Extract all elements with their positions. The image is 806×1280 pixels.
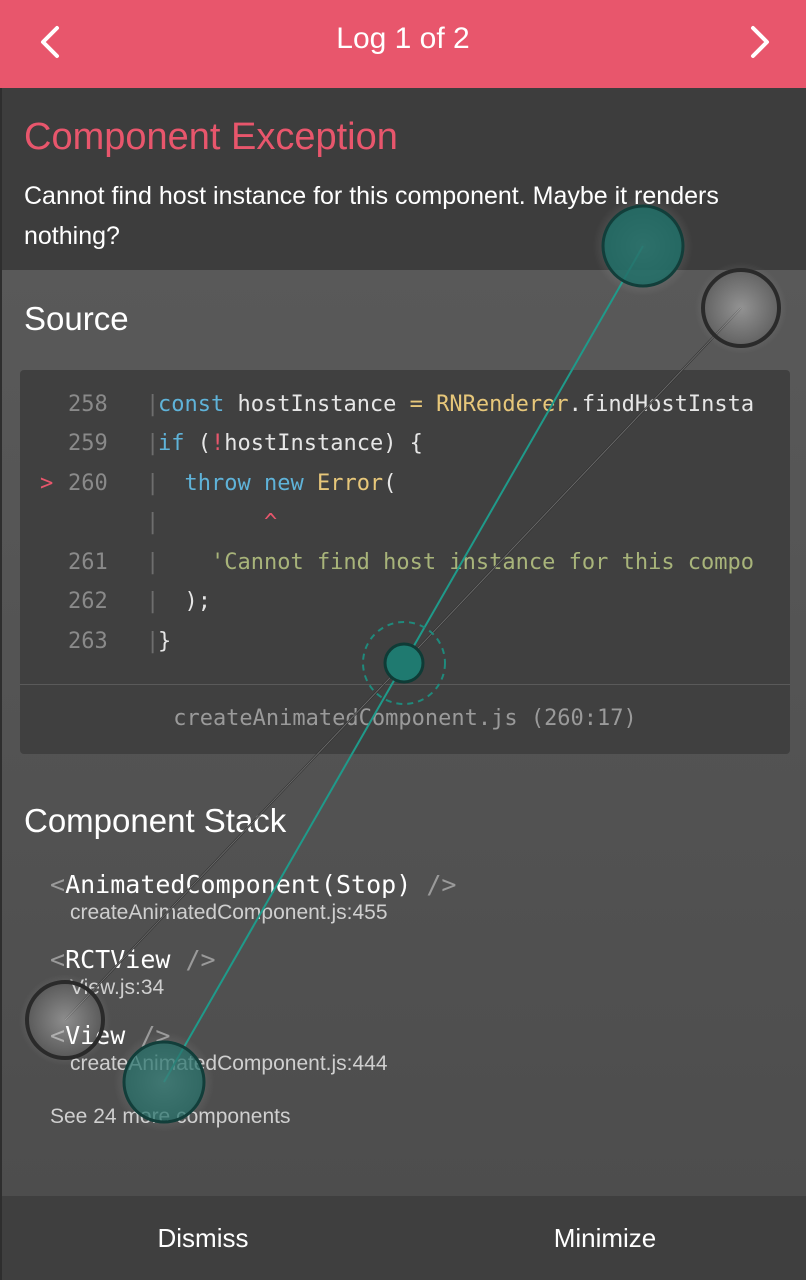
exception-message: Cannot find host instance for this compo…: [24, 182, 719, 250]
code-token: ^: [158, 510, 278, 535]
error-line-marker: >: [40, 471, 54, 496]
code-frame[interactable]: 258 | const hostInstance = RNRenderer.find…: [20, 370, 790, 754]
line-number: 260: [68, 471, 108, 496]
code-line: 263 |}: [20, 629, 790, 665]
stack-frame-location: createAnimatedComponent.js:444: [70, 1052, 388, 1075]
code-token: 'Cannot find host instance for this comp…: [158, 550, 755, 575]
code-token: RNRenderer: [436, 392, 569, 417]
component-stack-heading: Component Stack: [24, 802, 287, 839]
code-line: 262 | );: [20, 589, 790, 625]
code-token: !: [211, 431, 225, 456]
line-number: 258: [68, 392, 108, 417]
code-token: throw: [158, 471, 264, 496]
stack-frame-component: <View />: [50, 1021, 171, 1050]
stack-frame[interactable]: <RCTView /> View.js:34: [50, 945, 216, 1000]
stack-frame-location: createAnimatedComponent.js:455: [70, 901, 388, 924]
code-file-location[interactable]: createAnimatedComponent.js (260:17): [20, 706, 790, 731]
code-text: throw new Error(: [158, 471, 396, 496]
code-text: const hostInstance = RNRenderer.findHost…: [158, 392, 754, 417]
line-number: 263: [68, 629, 108, 654]
code-token: .: [568, 392, 582, 417]
dismiss-button[interactable]: Dismiss: [2, 1196, 404, 1280]
chevron-right-icon: [751, 26, 769, 58]
source-heading: Source: [24, 300, 129, 337]
code-line: 258 | const hostInstance = RNRenderer.find…: [20, 392, 790, 428]
code-divider: [20, 684, 790, 685]
code-text: if (!hostInstance) {: [158, 431, 423, 456]
minimize-button[interactable]: Minimize: [404, 1196, 806, 1280]
code-token: if: [158, 431, 198, 456]
stack-frame-location: View.js:34: [70, 976, 165, 999]
code-token: (: [383, 471, 397, 496]
line-number: 261: [68, 550, 108, 575]
code-token: hostInstance) {: [224, 431, 423, 456]
next-log-button[interactable]: [738, 20, 782, 64]
see-more-components-button[interactable]: See 24 more components: [50, 1105, 290, 1129]
code-token: Error: [316, 471, 384, 496]
code-token: const: [158, 392, 238, 417]
code-text: );: [158, 589, 211, 614]
code-text: 'Cannot find host instance for this comp…: [158, 550, 754, 575]
code-line: 259 | if (!hostInstance) {: [20, 431, 790, 467]
line-number: 262: [68, 589, 108, 614]
code-token: (: [197, 431, 211, 456]
exception-title: Component Exception: [24, 116, 398, 158]
code-line: 261 | 'Cannot find host instance for this…: [20, 550, 790, 586]
code-token: =: [409, 392, 437, 417]
stack-frame[interactable]: <View /> createAnimatedComponent.js:444: [50, 1021, 388, 1076]
exception-panel: Component Exception Cannot find host ins…: [2, 88, 806, 270]
code-line: | ^: [20, 510, 790, 546]
code-token: );: [158, 589, 211, 614]
log-footer: Dismiss Minimize: [2, 1196, 806, 1280]
code-token: findHostInsta: [581, 392, 755, 417]
stack-frame-component: <AnimatedComponent(Stop) />: [50, 870, 457, 899]
log-counter-title: Log 1 of 2: [336, 22, 470, 55]
code-token: hostInstance: [237, 392, 410, 417]
stack-frame[interactable]: <AnimatedComponent(Stop) /> createAnimat…: [50, 870, 456, 925]
log-header: Log 1 of 2: [0, 0, 806, 88]
code-text: ^: [158, 510, 277, 535]
line-number: 259: [68, 431, 108, 456]
code-token: }: [158, 629, 172, 654]
stack-frame-component: <RCTView />: [50, 945, 216, 974]
code-line: >260 | throw new Error(: [20, 471, 790, 507]
code-token: new: [263, 471, 317, 496]
code-text: }: [158, 629, 171, 654]
